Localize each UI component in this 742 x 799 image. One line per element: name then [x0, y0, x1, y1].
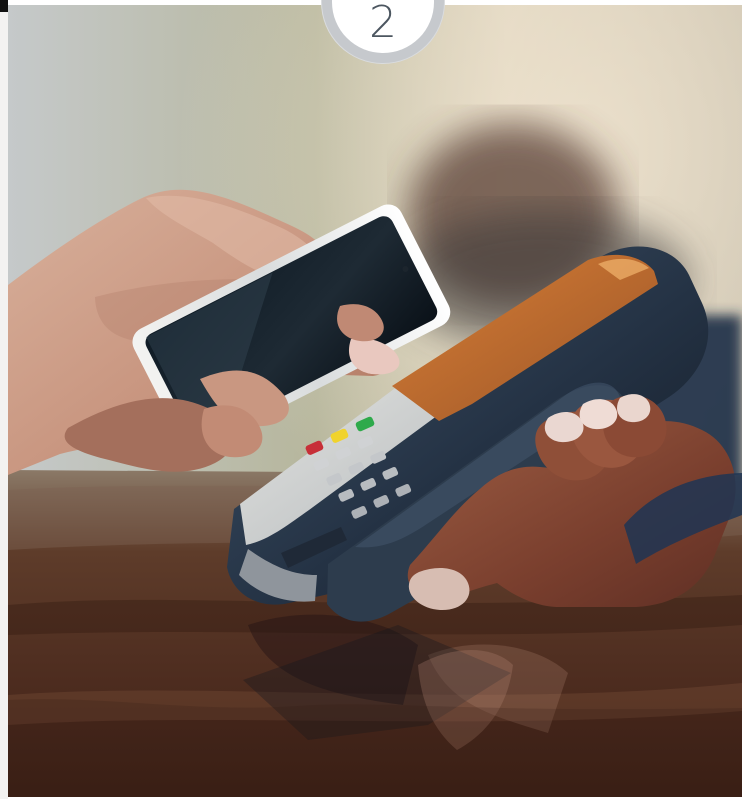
contactless-payment-photo [8, 5, 742, 797]
top-left-dark-marker [0, 0, 8, 12]
photo-scene [8, 5, 742, 797]
page-frame: 2 [0, 0, 742, 799]
left-edge-strip [0, 0, 8, 799]
step-number-circle: 2 [332, 0, 434, 53]
step-number-label: 2 [369, 0, 397, 48]
